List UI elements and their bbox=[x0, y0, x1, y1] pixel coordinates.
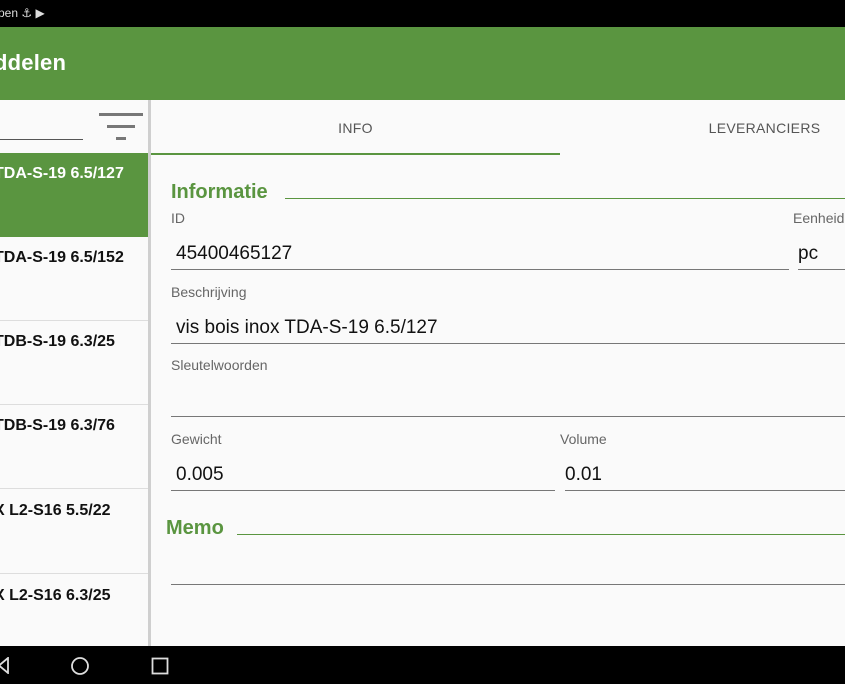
sleutelwoorden-label: Sleutelwoorden bbox=[171, 357, 268, 373]
parts-list-panel: TDA-S-19 6.5/127 TDA-S-19 6.5/152 TDB-S-… bbox=[0, 100, 148, 646]
status-text: pen ⚓ ▶ bbox=[0, 6, 45, 20]
app-bar: ddelen bbox=[0, 27, 845, 100]
eenheid-field[interactable]: pc bbox=[798, 243, 818, 265]
list-item-label: X L2-S16 6.3/25 bbox=[0, 587, 111, 604]
volume-field-underline bbox=[565, 490, 845, 491]
list-item[interactable]: TDA-S-19 6.5/152 bbox=[0, 237, 148, 321]
memo-field-underline bbox=[171, 584, 845, 585]
search-input[interactable] bbox=[0, 139, 83, 140]
tab-leveranciers[interactable]: LEVERANCIERS bbox=[560, 100, 845, 156]
tab-indicator bbox=[151, 153, 560, 155]
list-item[interactable]: TDB-S-19 6.3/25 bbox=[0, 321, 148, 405]
recent-apps-icon[interactable] bbox=[151, 657, 169, 675]
back-icon[interactable] bbox=[0, 657, 10, 674]
home-icon[interactable] bbox=[70, 656, 90, 676]
id-label: ID bbox=[171, 210, 185, 226]
sleutelwoorden-field-underline bbox=[171, 416, 845, 417]
beschrijving-field-underline bbox=[171, 343, 845, 344]
status-bar: pen ⚓ ▶ bbox=[0, 0, 845, 27]
tab-info[interactable]: INFO bbox=[151, 100, 560, 156]
id-field-underline bbox=[171, 269, 789, 270]
list-item[interactable]: TDB-S-19 6.3/76 bbox=[0, 405, 148, 489]
list-item-label: TDB-S-19 6.3/25 bbox=[0, 333, 115, 350]
list-item-label: TDB-S-19 6.3/76 bbox=[0, 417, 115, 434]
list-item-label: X L2-S16 5.5/22 bbox=[0, 502, 111, 519]
beschrijving-field[interactable]: vis bois inox TDA-S-19 6.5/127 bbox=[176, 317, 438, 339]
gewicht-field-underline bbox=[171, 490, 555, 491]
volume-label: Volume bbox=[560, 431, 607, 447]
eenheid-label: Eenheid bbox=[793, 210, 845, 226]
filter-icon[interactable] bbox=[99, 113, 143, 143]
list-item[interactable]: TDA-S-19 6.5/127 bbox=[0, 153, 148, 237]
list-item[interactable]: X L2-S16 5.5/22 bbox=[0, 490, 148, 574]
eenheid-field-underline bbox=[798, 269, 845, 270]
list-item-label: TDA-S-19 6.5/127 bbox=[0, 165, 124, 182]
detail-panel: INFO LEVERANCIERS Informatie ID 45400465… bbox=[151, 100, 845, 646]
volume-field[interactable]: 0.01 bbox=[565, 464, 602, 486]
list-item-label: TDA-S-19 6.5/152 bbox=[0, 249, 124, 266]
gewicht-field[interactable]: 0.005 bbox=[176, 464, 224, 486]
page-title: ddelen bbox=[0, 50, 67, 75]
section-title-informatie: Informatie bbox=[171, 181, 268, 203]
gewicht-label: Gewicht bbox=[171, 431, 222, 447]
beschrijving-label: Beschrijving bbox=[171, 284, 247, 300]
section-title-memo: Memo bbox=[166, 517, 224, 539]
system-nav-bar bbox=[0, 646, 845, 684]
id-field[interactable]: 45400465127 bbox=[176, 243, 292, 265]
section-divider bbox=[237, 534, 845, 535]
section-divider bbox=[285, 198, 845, 199]
list-item[interactable]: X L2-S16 6.3/25 bbox=[0, 575, 148, 646]
